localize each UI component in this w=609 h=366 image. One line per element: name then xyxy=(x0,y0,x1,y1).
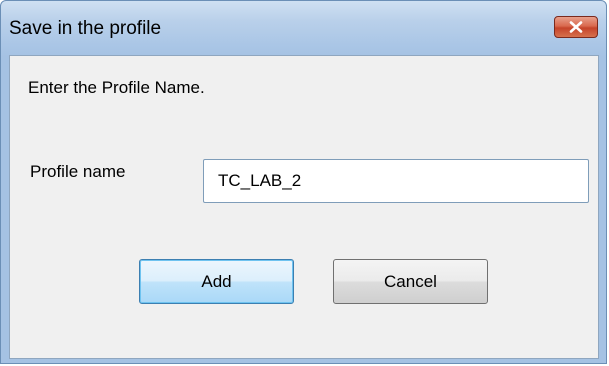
close-x-icon xyxy=(569,21,583,33)
profile-name-label: Profile name xyxy=(30,162,126,181)
profile-name-input[interactable] xyxy=(203,159,589,203)
cancel-button[interactable]: Cancel xyxy=(333,259,488,304)
title-bar[interactable]: Save in the profile xyxy=(1,1,606,55)
add-button[interactable]: Add xyxy=(139,259,294,304)
dialog-body: Enter the Profile Name. Profile name Add… xyxy=(9,55,599,359)
dialog-window: Save in the profile Enter the Profile Na… xyxy=(0,0,607,364)
prompt-text: Enter the Profile Name. xyxy=(28,78,205,97)
close-button[interactable] xyxy=(554,16,598,38)
window-title: Save in the profile xyxy=(9,18,162,39)
